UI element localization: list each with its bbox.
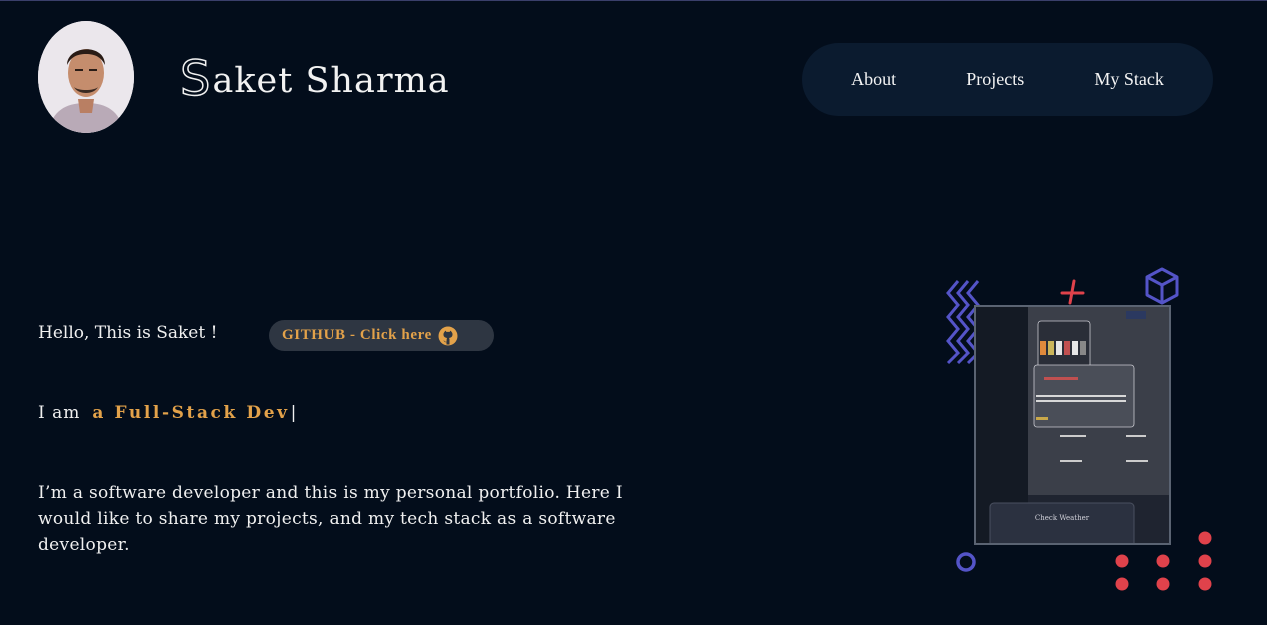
preview-card-label: Check Weather [1035, 514, 1090, 522]
nav-projects[interactable]: Projects [966, 69, 1024, 90]
role-line: I am a Full-Stack Dev | [38, 403, 297, 423]
cube-decoration [1145, 267, 1179, 305]
typing-caret: | [290, 403, 298, 423]
github-button-label: GITHUB - Click here [282, 327, 432, 343]
brand-name: aket Sharma [212, 61, 450, 101]
role-typed-text: a Full-Stack Dev [92, 403, 290, 423]
ring-decoration [956, 552, 976, 572]
preview-content: Check Weather [976, 307, 1169, 543]
profile-avatar [38, 21, 134, 133]
project-preview-screenshot: Check Weather [974, 305, 1171, 545]
nav-about[interactable]: About [851, 69, 896, 90]
profile-photo [38, 21, 134, 133]
greeting-text: Hello, This is Saket ! [38, 323, 218, 343]
role-prefix: I am [38, 403, 81, 423]
nav-my-stack[interactable]: My Stack [1094, 69, 1164, 90]
github-icon [438, 326, 458, 345]
plus-decoration [1060, 279, 1085, 305]
hero-illustration: Check Weather [940, 263, 1220, 603]
bio-paragraph: I’m a software developer and this is my … [38, 483, 623, 555]
main-nav: About Projects My Stack [802, 43, 1213, 116]
github-button[interactable]: GITHUB - Click here [269, 320, 494, 351]
site-brand[interactable]: S aket Sharma [179, 51, 450, 107]
brand-initial: S [179, 51, 211, 107]
